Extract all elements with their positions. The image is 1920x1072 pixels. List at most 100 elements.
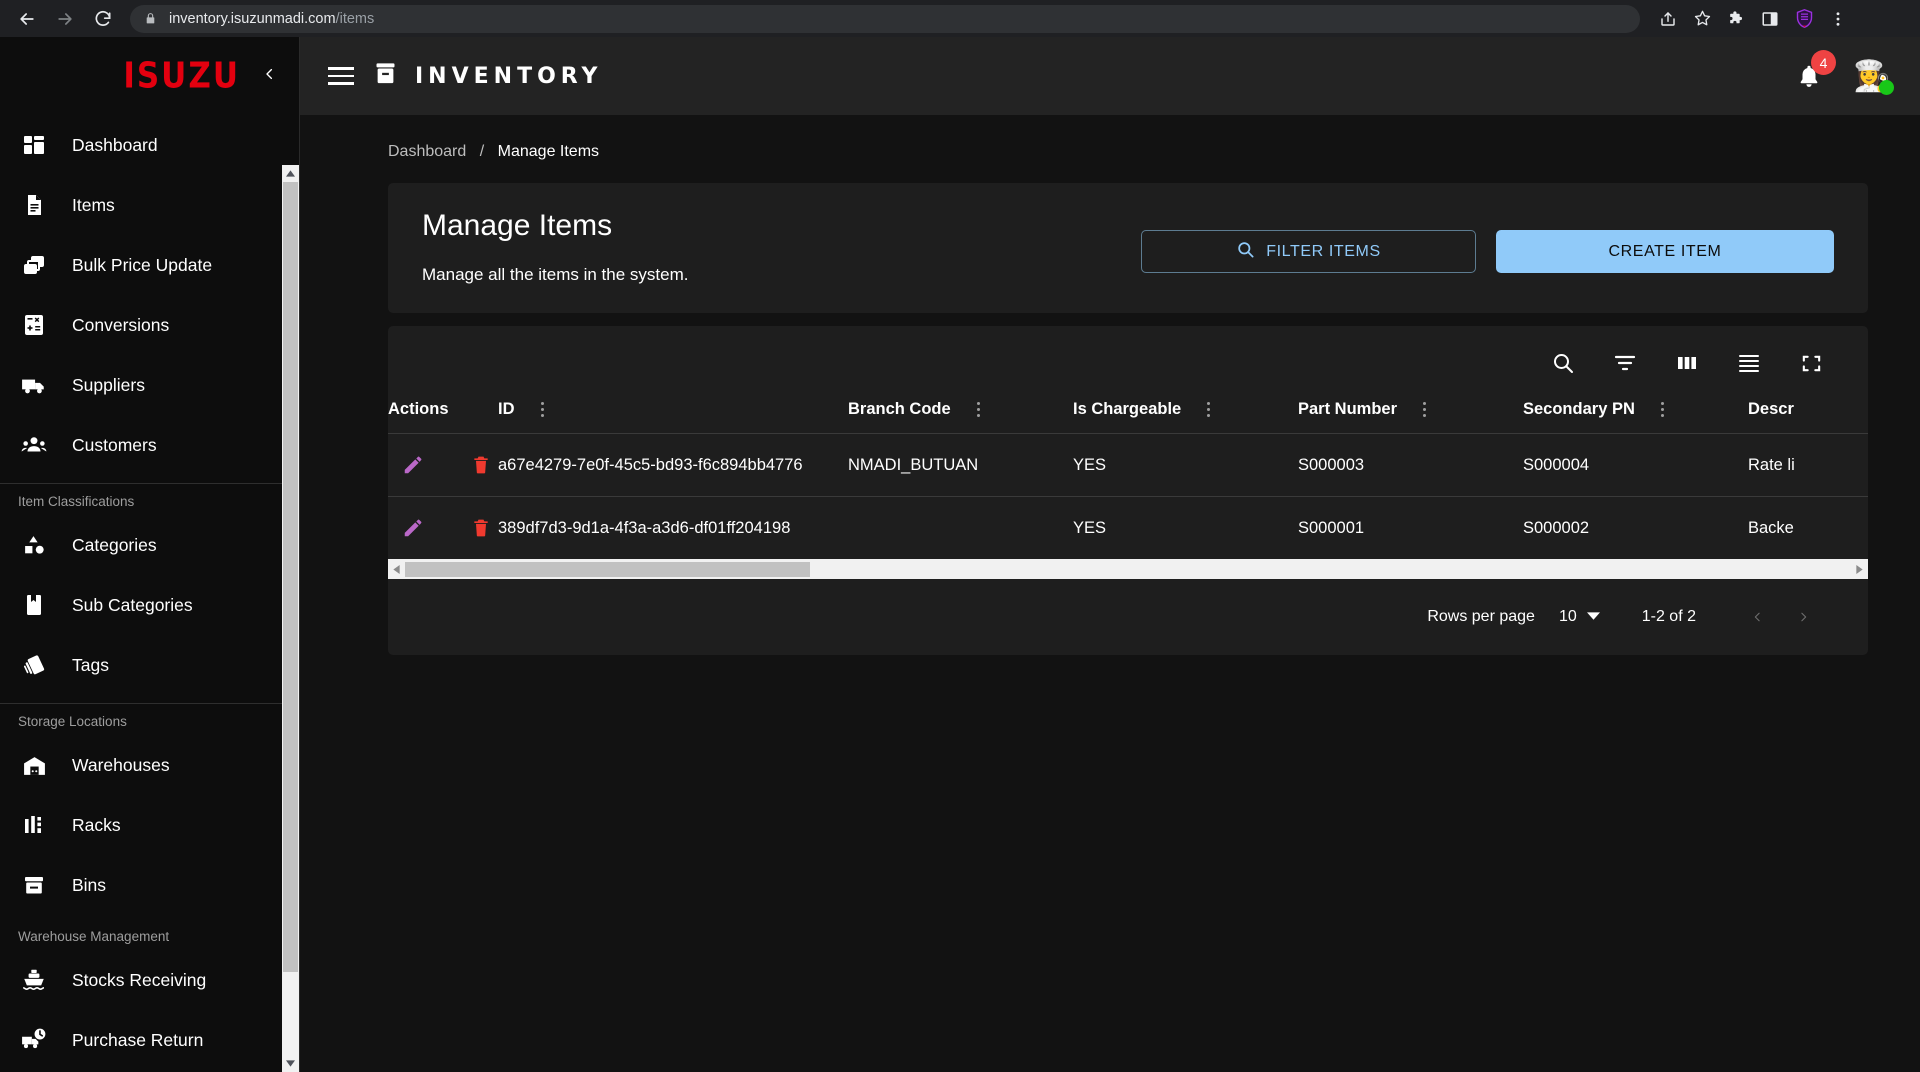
sidebar-item-sub-categories[interactable]: Sub Categories <box>0 575 299 635</box>
column-header-branch-code[interactable]: Branch Code <box>848 400 1073 434</box>
sidebar-item-stocks-receiving[interactable]: Stocks Receiving <box>0 950 299 1010</box>
sidebar-scrollbar[interactable] <box>282 165 299 1072</box>
column-header-secondary-pn[interactable]: Secondary PN <box>1523 400 1748 434</box>
column-header-id[interactable]: ID <box>498 400 848 434</box>
sidebar-item-label: Customers <box>72 434 157 455</box>
column-menu-icon[interactable] <box>976 402 980 417</box>
url-domain: inventory.isuzunmadi.com <box>169 10 336 27</box>
hamburger-menu-icon[interactable] <box>328 59 362 93</box>
sidebar-item-categories[interactable]: Categories <box>0 515 299 575</box>
sidebar-item-bins[interactable]: Bins <box>0 855 299 915</box>
column-header-is-chargeable[interactable]: Is Chargeable <box>1073 400 1298 434</box>
sidebar-item-purchase-return[interactable]: Purchase Return <box>0 1010 299 1070</box>
sidebar-item-customers[interactable]: Customers <box>0 415 299 475</box>
sidebar-item-warehouses[interactable]: Warehouses <box>0 735 299 795</box>
side-panel-icon[interactable] <box>1754 3 1786 35</box>
rows-per-page-select[interactable]: 10 <box>1559 608 1600 626</box>
user-avatar[interactable]: 👩‍🍳 <box>1852 56 1894 96</box>
column-menu-icon[interactable] <box>540 402 544 417</box>
table-row[interactable]: a67e4279-7e0f-45c5-bd93-f6c894bb4776 NMA… <box>388 433 1868 497</box>
app-topbar: INVENTORY 4 👩‍🍳 <box>300 37 1920 115</box>
table-row[interactable]: 389df7d3-9d1a-4f3a-a3d6-df01ff204198 YES… <box>388 496 1868 559</box>
scroll-right-arrow-icon[interactable] <box>1851 559 1868 579</box>
shield-extension-icon[interactable] <box>1788 3 1820 35</box>
sidebar-brand: ISUZU <box>0 37 299 115</box>
browser-actions <box>1652 3 1854 35</box>
scrollbar-thumb[interactable] <box>283 182 298 972</box>
browser-forward-button[interactable] <box>48 2 82 36</box>
calculator-icon <box>18 309 50 341</box>
column-header-part-number[interactable]: Part Number <box>1298 400 1523 434</box>
address-bar[interactable]: inventory.isuzunmadi.com/items <box>130 4 1640 33</box>
bookmark-star-icon[interactable] <box>1686 3 1718 35</box>
sidebar-item-label: Categories <box>72 534 157 555</box>
sidebar-item-label: Warehouses <box>72 754 170 775</box>
notification-bell-icon[interactable]: 4 <box>1792 50 1836 93</box>
copy-stack-icon <box>18 249 50 281</box>
address-bar-text: inventory.isuzunmadi.com/items <box>169 11 374 27</box>
app-title-group: INVENTORY <box>372 60 602 92</box>
sidebar-item-items[interactable]: Items <box>0 175 299 235</box>
sidebar-item-label: Conversions <box>72 314 170 335</box>
delete-trash-icon[interactable] <box>468 452 494 478</box>
row-actions-cell <box>388 433 498 497</box>
scrollbar-thumb[interactable] <box>405 562 810 577</box>
column-menu-icon[interactable] <box>1660 402 1664 417</box>
sidebar-nav: Dashboard Items Bulk Price Update Conver… <box>0 115 299 1072</box>
pagination-prev-button[interactable] <box>1734 594 1780 640</box>
column-label: Branch Code <box>848 400 951 418</box>
create-item-button[interactable]: CREATE ITEM <box>1496 230 1834 273</box>
page-heading: Manage Items <box>422 209 613 242</box>
edit-pencil-icon[interactable] <box>400 452 426 478</box>
scroll-left-arrow-icon[interactable] <box>388 559 405 579</box>
sidebar-collapse-icon[interactable] <box>262 62 277 90</box>
scroll-down-arrow-icon[interactable] <box>282 1055 299 1072</box>
shapes-icon <box>18 529 50 561</box>
column-header-actions: Actions <box>388 400 498 434</box>
table-body: a67e4279-7e0f-45c5-bd93-f6c894bb4776 NMA… <box>388 433 1868 559</box>
sidebar-item-racks[interactable]: Racks <box>0 795 299 855</box>
breadcrumb-dashboard[interactable]: Dashboard <box>388 143 466 160</box>
browser-back-button[interactable] <box>10 2 44 36</box>
cell-id: a67e4279-7e0f-45c5-bd93-f6c894bb4776 <box>498 433 848 497</box>
page-header-text: Manage Items Manage all the items in the… <box>422 209 688 285</box>
scrollbar-track[interactable] <box>405 559 1851 579</box>
cell-branch-code <box>848 496 1073 559</box>
table-filter-icon[interactable] <box>1610 348 1640 378</box>
column-header-description[interactable]: Descr <box>1748 400 1868 434</box>
sidebar-item-label: Suppliers <box>72 374 145 395</box>
column-label: Secondary PN <box>1523 400 1635 418</box>
column-menu-icon[interactable] <box>1423 402 1427 417</box>
sidebar-item-dashboard[interactable]: Dashboard <box>0 115 299 175</box>
table-search-icon[interactable] <box>1548 348 1578 378</box>
table-header-row: Actions ID Branch Code Is Chargeable Par… <box>388 400 1868 434</box>
table-fullscreen-icon[interactable] <box>1796 348 1826 378</box>
sidebar-group-title: Storage Locations <box>18 714 127 729</box>
column-menu-icon[interactable] <box>1207 402 1211 417</box>
table-horizontal-scrollbar[interactable] <box>388 559 1868 579</box>
table-head: Actions ID Branch Code Is Chargeable Par… <box>388 400 1868 434</box>
online-status-dot <box>1879 80 1894 95</box>
racks-icon <box>18 809 50 841</box>
breadcrumb-separator: / <box>479 143 485 160</box>
table-columns-icon[interactable] <box>1672 348 1702 378</box>
edit-pencil-icon[interactable] <box>400 515 426 541</box>
cell-is-chargeable: YES <box>1073 496 1298 559</box>
sidebar-item-conversions[interactable]: Conversions <box>0 295 299 355</box>
extensions-puzzle-icon[interactable] <box>1720 3 1752 35</box>
filter-items-button[interactable]: FILTER ITEMS <box>1141 230 1476 273</box>
sidebar-item-suppliers[interactable]: Suppliers <box>0 355 299 415</box>
sidebar-item-label: Purchase Return <box>72 1029 204 1050</box>
delete-trash-icon[interactable] <box>468 515 494 541</box>
inventory-box-icon <box>372 60 399 92</box>
sidebar-group-title: Item Classifications <box>18 494 135 509</box>
sidebar-item-bulk-price-update[interactable]: Bulk Price Update <box>0 235 299 295</box>
pagination-next-button[interactable] <box>1780 594 1826 640</box>
share-icon[interactable] <box>1652 3 1684 35</box>
browser-menu-icon[interactable] <box>1822 3 1854 35</box>
table-density-icon[interactable] <box>1734 348 1764 378</box>
scroll-up-arrow-icon[interactable] <box>282 165 299 182</box>
sidebar-item-tags[interactable]: Tags <box>0 635 299 695</box>
browser-reload-button[interactable] <box>86 2 120 36</box>
cell-description: Backe <box>1748 496 1868 559</box>
